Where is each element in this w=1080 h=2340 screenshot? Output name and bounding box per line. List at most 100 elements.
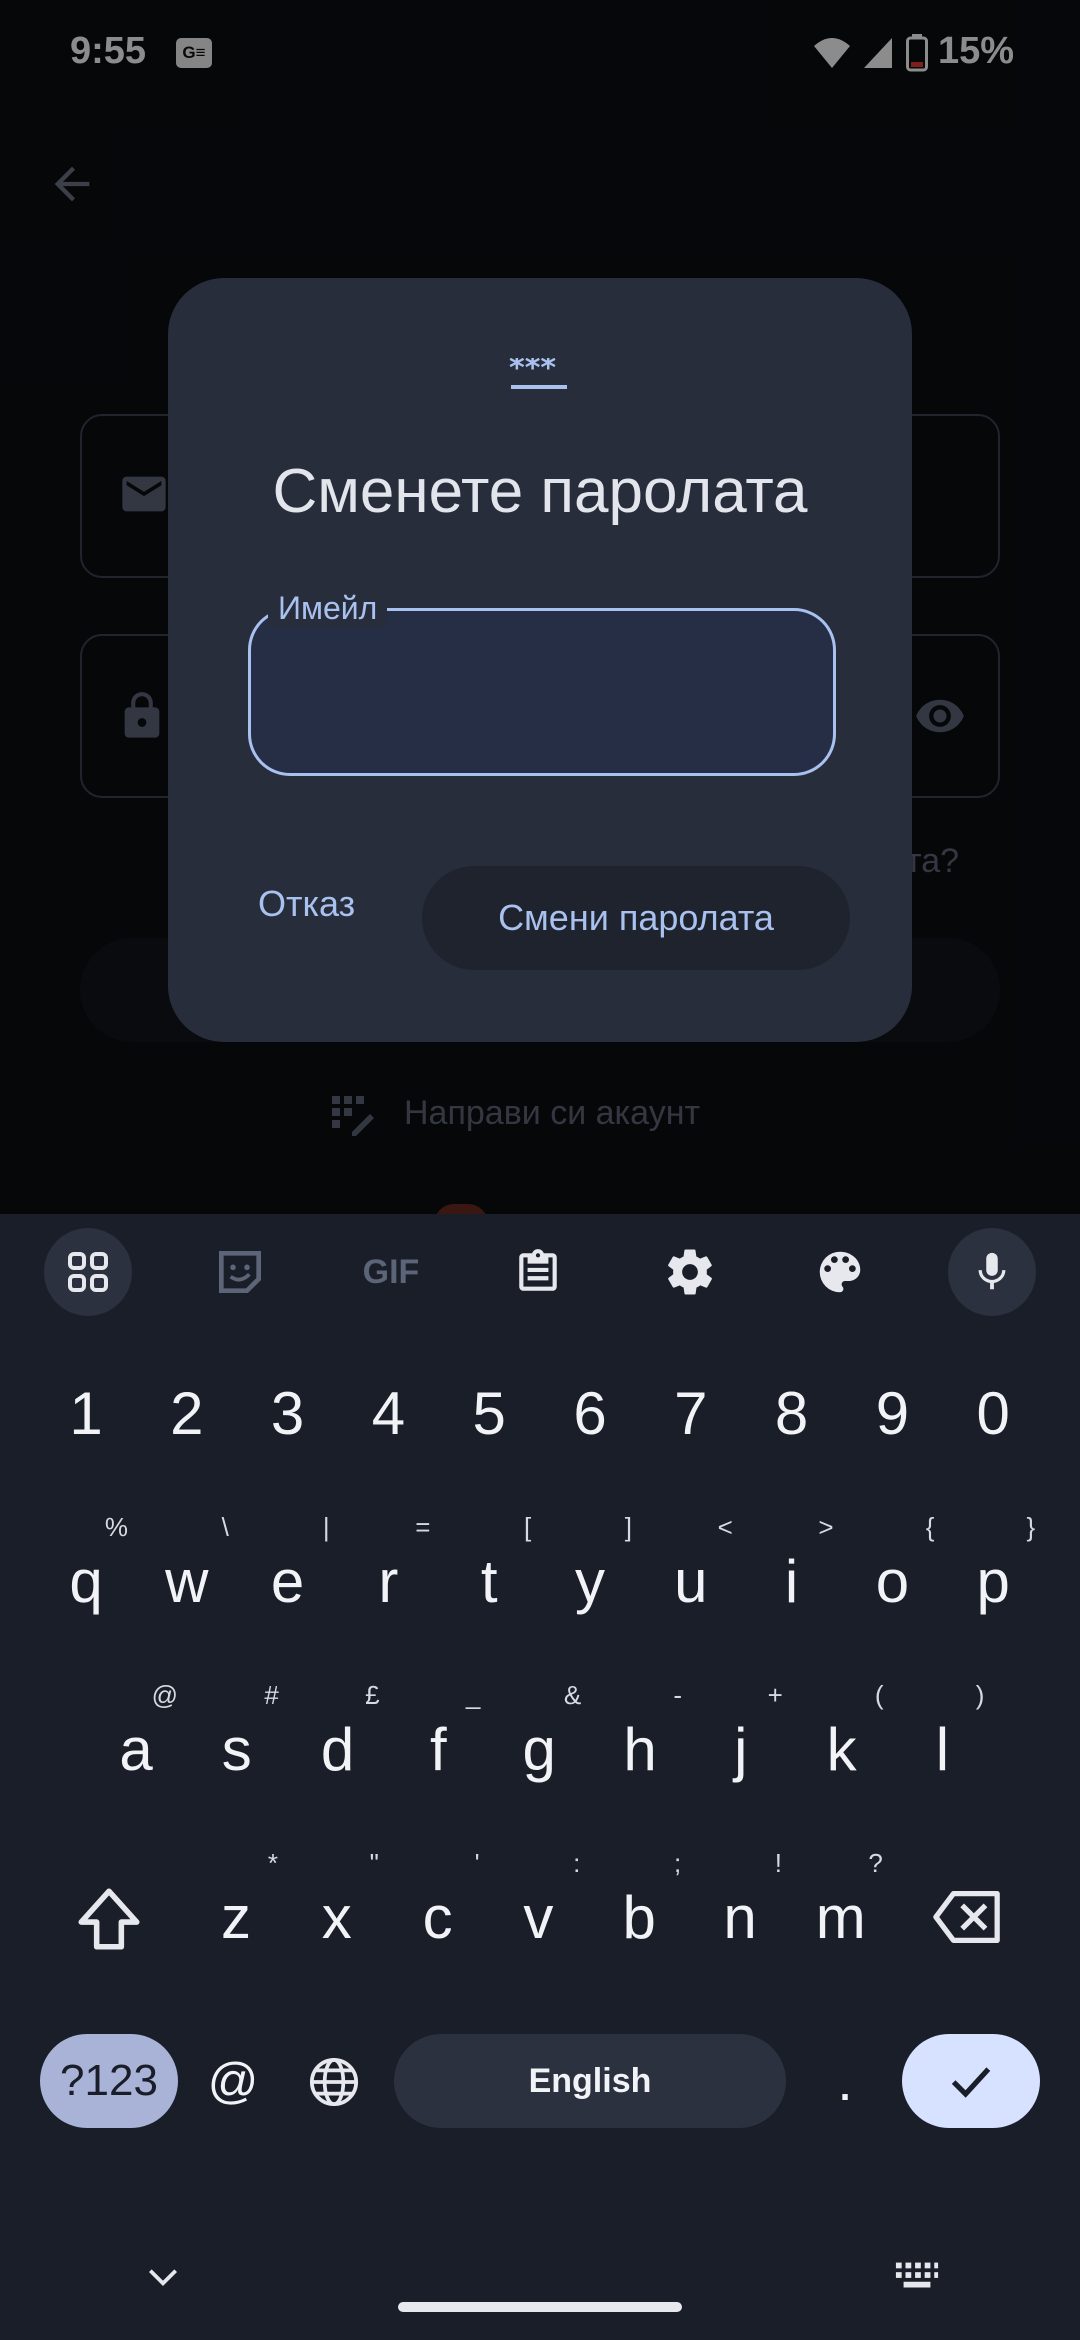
key-label: v [523, 1884, 554, 1951]
key-label: z [221, 1884, 251, 1951]
key-7[interactable]: 7 [641, 1354, 741, 1474]
key-y[interactable]: ] y [540, 1504, 640, 1634]
key-v[interactable]: :v [488, 1840, 588, 1970]
key-hint: ? [868, 1848, 883, 1878]
key-label: a [119, 1716, 153, 1783]
key-q[interactable]: % q [36, 1504, 136, 1634]
key-p[interactable]: } p [943, 1504, 1043, 1634]
at-key[interactable]: @ [198, 2034, 268, 2128]
home-indicator[interactable] [398, 2302, 682, 2312]
gear-icon[interactable] [646, 1228, 734, 1316]
change-password-button[interactable]: Смени паролата [422, 866, 850, 970]
clipboard-icon[interactable] [494, 1228, 582, 1316]
key-label: f [430, 1716, 447, 1783]
key-8[interactable]: 8 [742, 1354, 842, 1474]
key-label: t [480, 1548, 498, 1615]
key-label: b [622, 1884, 656, 1951]
key-0[interactable]: 0 [943, 1354, 1043, 1474]
svg-text:***: *** [509, 358, 556, 386]
email-value [279, 667, 282, 717]
key-label: h [623, 1716, 657, 1783]
key-hint: ] [624, 1512, 632, 1542]
key-z[interactable]: * z [186, 1840, 286, 1970]
key-u[interactable]: < u [641, 1504, 741, 1634]
keyboard-icon[interactable] [894, 2260, 940, 2292]
key-hint: : [573, 1848, 581, 1878]
shift-icon[interactable] [72, 1882, 146, 1956]
number-row: 1234567890 [36, 1354, 1044, 1474]
key-hint: { [925, 1512, 935, 1542]
key-h[interactable]: -h [590, 1672, 690, 1802]
key-hint: # [264, 1680, 279, 1710]
enter-key[interactable] [902, 2034, 1040, 2128]
apps-grid-icon[interactable] [44, 1228, 132, 1316]
key-o[interactable]: {o [842, 1504, 942, 1634]
key-label: c [422, 1884, 453, 1951]
key-hint: < [717, 1512, 733, 1542]
change-password-dialog: *** Сменете паролата Имейл Отказ Смени п… [168, 278, 912, 1042]
globe-icon[interactable] [306, 2054, 362, 2110]
key-m[interactable]: ? m [791, 1840, 891, 1970]
key-k[interactable]: (k [792, 1672, 892, 1802]
mic-icon[interactable] [948, 1228, 1036, 1316]
key-j[interactable]: + j [691, 1672, 791, 1802]
key-hint: ( [874, 1680, 884, 1710]
key-label: i [784, 1548, 799, 1615]
key-t[interactable]: [t [439, 1504, 539, 1634]
key-2[interactable]: 2 [137, 1354, 237, 1474]
key-r[interactable]: = r [338, 1504, 438, 1634]
key-label: e [270, 1548, 305, 1615]
key-4[interactable]: 4 [338, 1354, 438, 1474]
palette-icon[interactable] [796, 1228, 884, 1316]
key-label: j [734, 1716, 748, 1783]
email-field[interactable] [248, 608, 836, 776]
key-hint: \ [221, 1512, 229, 1542]
gif-button[interactable]: GIF [346, 1228, 436, 1316]
key-label: d [320, 1716, 355, 1783]
key-n[interactable]: ! n [690, 1840, 790, 1970]
key-9[interactable]: 9 [842, 1354, 942, 1474]
key-x[interactable]: " x [287, 1840, 387, 1970]
key-e[interactable]: | e [238, 1504, 338, 1634]
key-c[interactable]: ' c [388, 1840, 488, 1970]
key-f[interactable]: _ f [388, 1672, 488, 1802]
key-d[interactable]: £ d [288, 1672, 388, 1802]
key-a[interactable]: @ a [86, 1672, 186, 1802]
check-icon [951, 2067, 991, 2098]
key-hint: ) [975, 1680, 985, 1710]
cancel-button[interactable]: Отказ [228, 866, 385, 942]
chevron-down-icon[interactable] [144, 2264, 182, 2290]
key-5[interactable]: 5 [439, 1354, 539, 1474]
key-l[interactable]: ) l [892, 1672, 992, 1802]
period-key[interactable]: . [810, 2034, 880, 2128]
key-label: n [723, 1884, 757, 1951]
letter-row-2: @ a # s £ d _ f & g - h + j(k) l [86, 1672, 994, 1802]
key-label: k [826, 1716, 857, 1783]
key-3[interactable]: 3 [238, 1354, 338, 1474]
sticker-icon[interactable] [196, 1228, 284, 1316]
key-b[interactable]: ; b [589, 1840, 689, 1970]
key-hint: & [563, 1680, 582, 1710]
space-key[interactable]: English [394, 2034, 786, 2128]
key-hint: | [322, 1512, 330, 1542]
symbols-key[interactable]: ?123 [40, 2034, 178, 2128]
key-w[interactable]: \ w [137, 1504, 237, 1634]
key-g[interactable]: & g [489, 1672, 589, 1802]
key-1[interactable]: 1 [36, 1354, 136, 1474]
key-hint: ' [474, 1848, 480, 1878]
key-hint: ! [774, 1848, 782, 1878]
key-hint: = [415, 1512, 431, 1542]
dialog-title: Сменете паролата [272, 457, 808, 526]
key-6[interactable]: 6 [540, 1354, 640, 1474]
email-label: Имейл [268, 590, 388, 627]
key-label: r [378, 1548, 399, 1615]
key-label: q [69, 1548, 103, 1615]
key-label: p [976, 1548, 1010, 1615]
password-icon: *** [509, 358, 567, 389]
key-label: y [575, 1548, 605, 1615]
key-label: s [221, 1716, 252, 1783]
key-i[interactable]: > i [742, 1504, 842, 1634]
key-s[interactable]: # s [187, 1672, 287, 1802]
key-hint: " [369, 1848, 379, 1878]
backspace-icon[interactable] [930, 1882, 1006, 1952]
